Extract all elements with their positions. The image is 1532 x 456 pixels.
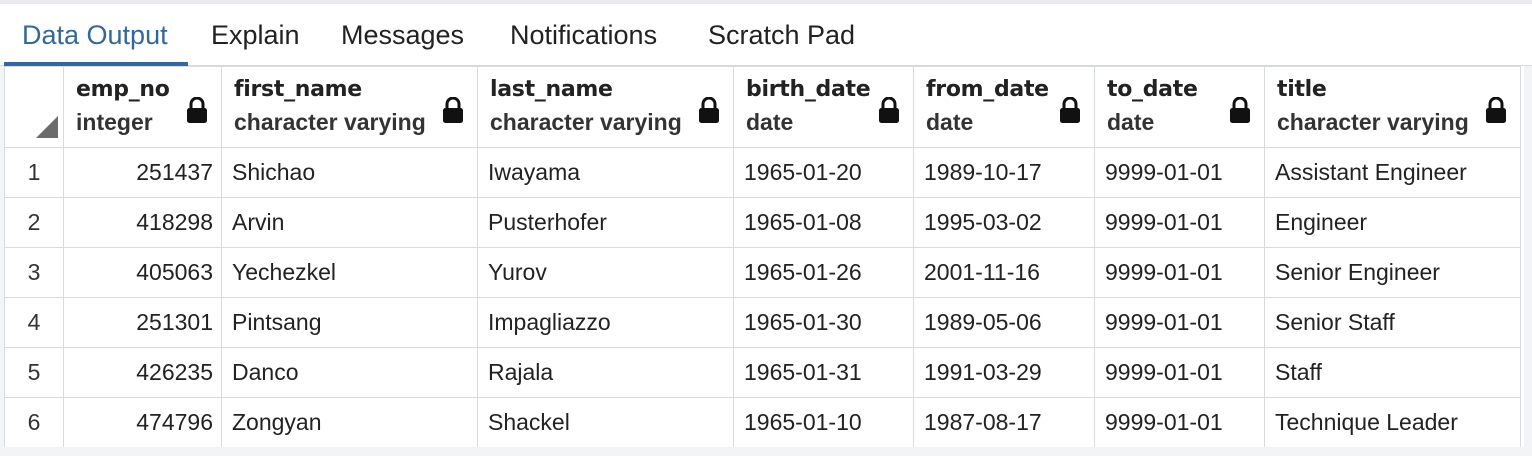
cell-first-name[interactable]: Danco [221,347,478,398]
lock-icon [187,97,207,123]
row-number[interactable]: 1 [4,147,64,198]
tab-notifications[interactable]: Notifications [510,18,657,66]
cell-from-date[interactable]: 1995-03-02 [913,197,1095,248]
cell-from-date[interactable]: 1989-05-06 [913,297,1095,348]
column-type: character varying [234,109,426,135]
cell-title[interactable]: Senior Staff [1264,297,1521,348]
lock-icon [699,97,719,123]
cell-from-date[interactable]: 2001-11-16 [913,247,1095,298]
cell-first-name[interactable]: Arvin [221,197,478,248]
row-number[interactable]: 5 [4,347,64,398]
table-row[interactable]: 1 251437 Shichao Iwayama 1965-01-20 1989… [4,147,1521,198]
column-name: to_date [1107,77,1198,102]
cell-emp-no[interactable]: 474796 [63,397,222,447]
cell-first-name[interactable]: Yechezkel [221,247,478,298]
column-header-emp-no[interactable]: emp_no integer [63,66,222,148]
header-row: emp_no integer first_name character vary… [4,66,1521,148]
column-type: character varying [490,109,682,135]
cell-to-date[interactable]: 9999-01-01 [1094,147,1265,198]
cell-first-name[interactable]: Shichao [221,147,478,198]
cell-emp-no[interactable]: 426235 [63,347,222,398]
tab-label: Scratch Pad [708,20,856,50]
table-row[interactable]: 3 405063 Yechezkel Yurov 1965-01-26 2001… [4,247,1521,298]
tab-label: Messages [341,20,465,50]
column-header-first-name[interactable]: first_name character varying [221,66,478,148]
cell-to-date[interactable]: 9999-01-01 [1094,297,1265,348]
table-row[interactable]: 6 474796 Zongyan Shackel 1965-01-10 1987… [4,397,1521,447]
column-type: date [926,109,974,135]
cell-birth-date[interactable]: 1965-01-30 [733,297,914,348]
tab-scratch-pad[interactable]: Scratch Pad [708,18,855,66]
tab-explain[interactable]: Explain [211,18,300,66]
cell-title[interactable]: Engineer [1264,197,1521,248]
lock-icon [1060,97,1080,123]
column-header-to-date[interactable]: to_date date [1094,66,1265,148]
results-tabbar: Data Output Explain Messages Notificatio… [0,0,1532,66]
tab-data-output[interactable]: Data Output [4,18,188,66]
column-type: character varying [1277,109,1469,135]
tab-label: Data Output [22,20,168,50]
table-row[interactable]: 5 426235 Danco Rajala 1965-01-31 1991-03… [4,347,1521,398]
cell-last-name[interactable]: Rajala [477,347,734,398]
corner-triangle-icon [36,116,58,138]
tab-messages[interactable]: Messages [341,18,464,66]
column-name: birth_date [746,77,871,102]
column-type: date [1107,109,1155,135]
cell-title[interactable]: Staff [1264,347,1521,398]
column-name: last_name [490,77,613,102]
cell-from-date[interactable]: 1987-08-17 [913,397,1095,447]
row-number[interactable]: 2 [4,197,64,248]
column-name: from_date [926,77,1049,102]
cell-last-name[interactable]: Shackel [477,397,734,447]
row-number[interactable]: 4 [4,297,64,348]
table-row[interactable]: 4 251301 Pintsang Impagliazzo 1965-01-30… [4,297,1521,348]
cell-emp-no[interactable]: 418298 [63,197,222,248]
cell-to-date[interactable]: 9999-01-01 [1094,197,1265,248]
column-type: integer [76,109,153,135]
cell-birth-date[interactable]: 1965-01-31 [733,347,914,398]
table-row[interactable]: 2 418298 Arvin Pusterhofer 1965-01-08 19… [4,197,1521,248]
lock-icon [879,97,899,123]
cell-emp-no[interactable]: 405063 [63,247,222,298]
column-name: first_name [234,77,362,102]
cell-first-name[interactable]: Zongyan [221,397,478,447]
data-output-grid[interactable]: emp_no integer first_name character vary… [4,66,1524,447]
column-header-from-date[interactable]: from_date date [913,66,1095,148]
column-header-last-name[interactable]: last_name character varying [477,66,734,148]
cell-emp-no[interactable]: 251437 [63,147,222,198]
cell-last-name[interactable]: Iwayama [477,147,734,198]
select-all-corner[interactable] [4,66,64,148]
cell-emp-no[interactable]: 251301 [63,297,222,348]
cell-to-date[interactable]: 9999-01-01 [1094,347,1265,398]
cell-title[interactable]: Assistant Engineer [1264,147,1521,198]
row-number[interactable]: 3 [4,247,64,298]
lock-icon [1230,97,1250,123]
row-number[interactable]: 6 [4,397,64,447]
lock-icon [1486,97,1506,123]
tabbar-top-border [0,0,1532,4]
cell-from-date[interactable]: 1989-10-17 [913,147,1095,198]
cell-birth-date[interactable]: 1965-01-26 [733,247,914,298]
cell-title[interactable]: Technique Leader [1264,397,1521,447]
cell-birth-date[interactable]: 1965-01-08 [733,197,914,248]
cell-birth-date[interactable]: 1965-01-20 [733,147,914,198]
cell-last-name[interactable]: Impagliazzo [477,297,734,348]
cell-from-date[interactable]: 1991-03-29 [913,347,1095,398]
column-header-birth-date[interactable]: birth_date date [733,66,914,148]
tab-label: Notifications [510,20,658,50]
cell-first-name[interactable]: Pintsang [221,297,478,348]
cell-last-name[interactable]: Yurov [477,247,734,298]
column-type: date [746,109,794,135]
column-name: emp_no [76,77,170,102]
cell-birth-date[interactable]: 1965-01-10 [733,397,914,447]
cell-to-date[interactable]: 9999-01-01 [1094,397,1265,447]
column-name: title [1277,77,1327,102]
lock-icon [443,97,463,123]
results-table: emp_no integer first_name character vary… [4,66,1521,447]
tab-label: Explain [211,20,300,50]
cell-last-name[interactable]: Pusterhofer [477,197,734,248]
cell-title[interactable]: Senior Engineer [1264,247,1521,298]
column-header-title[interactable]: title character varying [1264,66,1521,148]
cell-to-date[interactable]: 9999-01-01 [1094,247,1265,298]
